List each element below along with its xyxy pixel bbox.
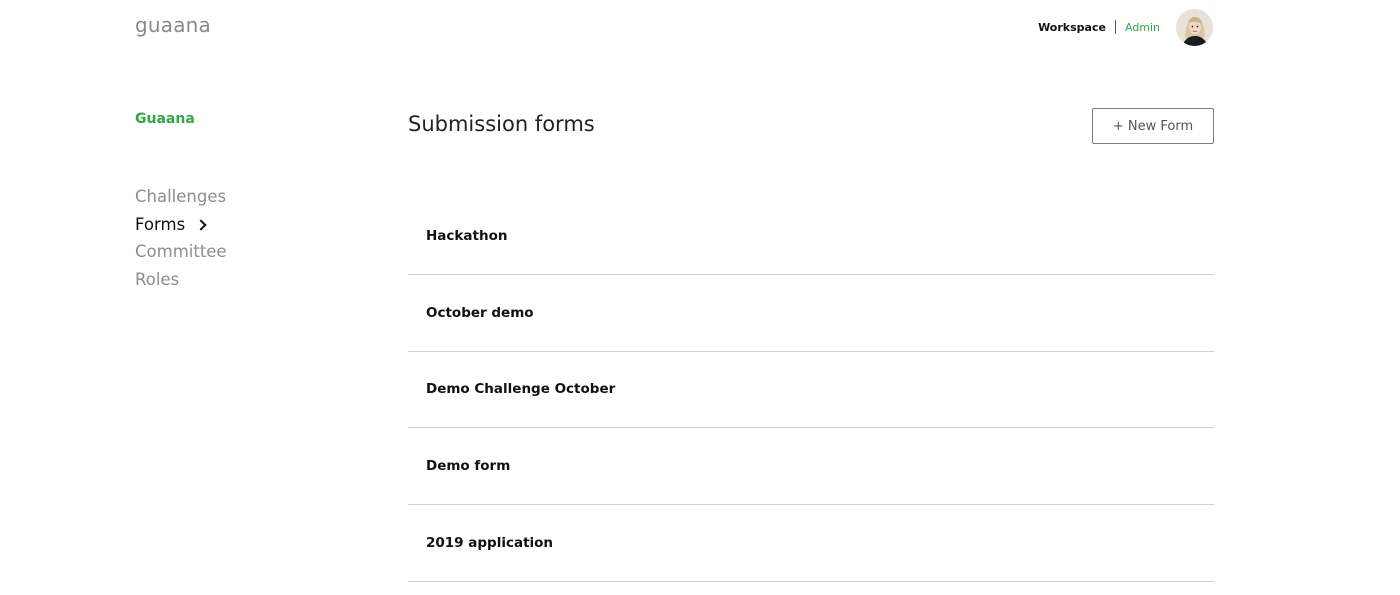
sidebar-item-label: Challenges [135,187,227,206]
sidebar-nav: Challenges Forms Committee Roles [135,183,227,293]
form-name: Demo Challenge October [426,381,616,398]
sidebar-item-challenges[interactable]: Challenges [135,183,227,211]
list-item[interactable]: October demo [408,275,1214,352]
list-item[interactable]: Demo Challenge October [408,352,1214,429]
form-name: 2019 application [426,535,554,552]
chevron-right-icon [195,219,207,231]
list-item[interactable]: Hackathon [408,198,1214,275]
avatar[interactable] [1176,8,1213,46]
sidebar-item-label: Forms [135,214,186,234]
sidebar-item-label: Committee [135,242,227,261]
form-name: October demo [426,304,534,321]
form-list: Hackathon October demo Demo Challenge Oc… [408,198,1214,582]
page-title: Submission forms [408,112,595,136]
divider [1114,20,1116,34]
form-name: Demo form [426,458,511,475]
sidebar-item-roles[interactable]: Roles [135,266,227,294]
sidebar-item-label: Roles [135,269,180,289]
admin-link[interactable]: Admin [1125,21,1160,34]
workspace-link[interactable]: Workspace [1038,21,1106,34]
sidebar-item-forms[interactable]: Forms [135,211,227,239]
new-form-button[interactable]: + New Form [1092,108,1214,144]
app-logo[interactable]: guaana [135,13,211,37]
list-item[interactable]: 2019 application [408,505,1214,582]
sidebar-item-committee[interactable]: Committee [135,238,227,266]
user-menu: Workspace Admin [1038,8,1213,46]
list-item[interactable]: Demo form [408,428,1214,506]
sidebar-title[interactable]: Guaana [135,111,195,127]
form-name: Hackathon [426,227,508,244]
